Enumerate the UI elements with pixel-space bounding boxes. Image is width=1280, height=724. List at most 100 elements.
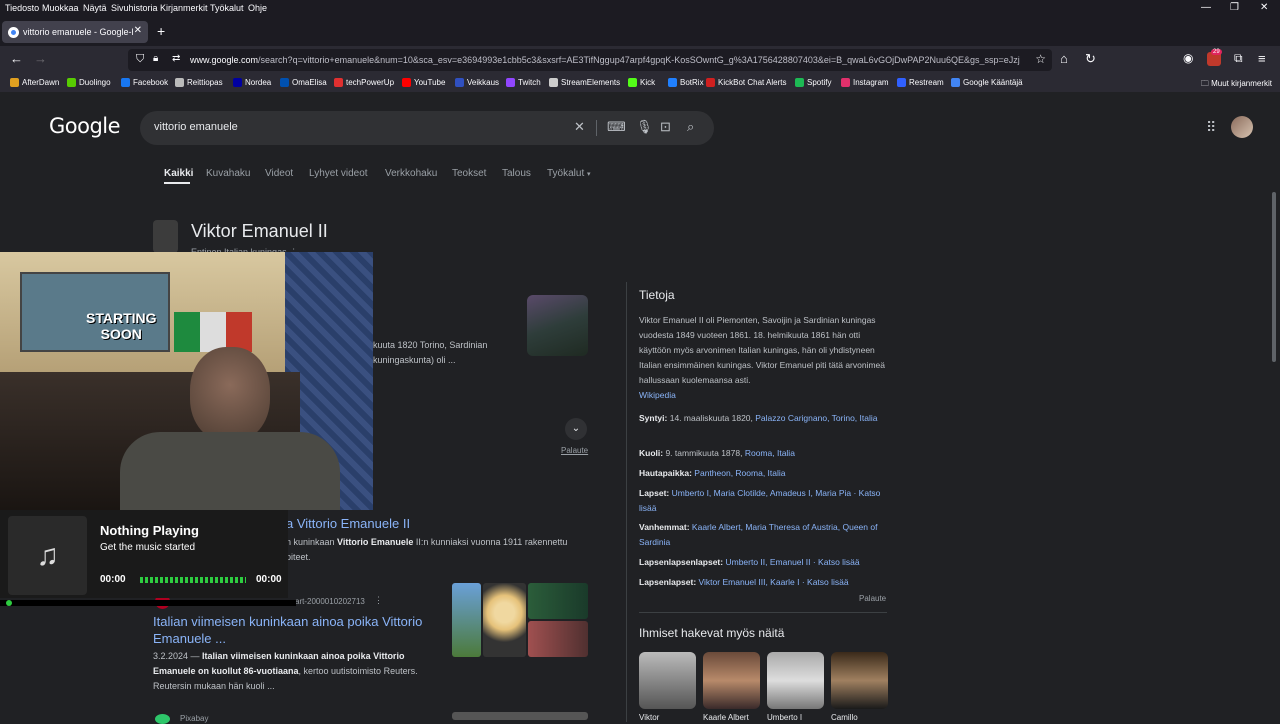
bookmark-item[interactable]: Google Kääntäjä bbox=[951, 78, 1023, 87]
feedback-link[interactable]: Palaute bbox=[859, 594, 886, 603]
fact-link[interactable]: Umberto I, Maria Clotilde, Amadeus I, Ma… bbox=[639, 488, 880, 513]
scrollbar[interactable] bbox=[1272, 192, 1276, 362]
other-bookmarks-folder[interactable]: 🗀︎ Muut kirjanmerkit bbox=[1201, 78, 1272, 92]
menu-view[interactable]: Näytä bbox=[83, 3, 107, 13]
tab-all[interactable]: Kaikki bbox=[164, 168, 193, 179]
bookmark-item[interactable]: techPowerUp bbox=[334, 78, 394, 87]
thumbnail-image[interactable] bbox=[452, 583, 481, 657]
menu-tools[interactable]: Työkalut bbox=[210, 3, 244, 13]
restore-icon[interactable]: ❐ bbox=[1230, 2, 1239, 13]
shield-icon[interactable]: ⛉ bbox=[136, 53, 144, 66]
bookmark-item[interactable]: BotRix bbox=[668, 78, 704, 87]
bookmark-item[interactable]: Nordea bbox=[233, 78, 271, 87]
fact-link[interactable]: Pantheon, Rooma, Italia bbox=[694, 468, 785, 478]
clear-icon[interactable]: ✕ bbox=[574, 119, 585, 135]
related-person[interactable]: Viktor bbox=[639, 652, 696, 722]
tab-books[interactable]: Teokset bbox=[452, 168, 486, 179]
reload-icon[interactable]: ↻ bbox=[1085, 51, 1096, 67]
new-tab-icon[interactable]: + bbox=[157, 23, 165, 39]
bookmark-item[interactable]: Kick bbox=[628, 78, 655, 87]
browser-tab[interactable]: vittorio emanuele - Google-haku ✕ bbox=[2, 21, 148, 43]
menu-help[interactable]: Ohje bbox=[248, 3, 267, 13]
bookmark-item[interactable]: StreamElements bbox=[549, 78, 620, 87]
close-window-icon[interactable]: ✕ bbox=[1260, 2, 1268, 13]
address-bar[interactable]: ⛉ 🔒︎ ⇄ www.google.com/search?q=vittorio+… bbox=[128, 49, 1052, 71]
person-name[interactable]: Kaarle Albert bbox=[703, 713, 760, 722]
bookmark-item[interactable]: AfterDawn bbox=[10, 78, 59, 87]
permissions-icon[interactable]: ⇄ bbox=[172, 53, 180, 64]
fact-link[interactable]: Rooma, Italia bbox=[745, 448, 795, 458]
search-icon[interactable]: ⌕ bbox=[687, 119, 694, 135]
tab-close-icon[interactable]: ✕ bbox=[134, 25, 142, 36]
feedback-link[interactable]: Palaute bbox=[561, 446, 588, 455]
avatar[interactable] bbox=[1231, 116, 1253, 138]
person-name[interactable]: Viktor bbox=[639, 713, 696, 722]
lens-icon[interactable]: ⊡ bbox=[660, 119, 671, 135]
tab-images[interactable]: Kuvahaku bbox=[206, 168, 250, 179]
tab-videos[interactable]: Videot bbox=[265, 168, 293, 179]
menu-bookmarks[interactable]: Kirjanmerkit bbox=[160, 3, 208, 13]
bookmark-item[interactable]: Instagram bbox=[841, 78, 889, 87]
search-input[interactable]: vittorio emanuele bbox=[154, 121, 238, 133]
fact-link[interactable]: Palazzo Carignano, Torino, Italia bbox=[755, 413, 877, 423]
bookmark-item[interactable]: Reittiopas bbox=[175, 78, 223, 87]
extensions-puzzle-icon[interactable]: ⧉ bbox=[1234, 51, 1243, 66]
person-photo[interactable] bbox=[767, 652, 824, 709]
result-site-name[interactable]: Pixabay bbox=[180, 714, 208, 723]
result-cite[interactable]: art-2000010202713 bbox=[295, 597, 365, 606]
result-thumbnails[interactable] bbox=[452, 583, 588, 657]
fact-key: Vanhemmat: bbox=[639, 522, 690, 532]
thumbnail-image[interactable] bbox=[528, 621, 588, 657]
person-photo[interactable] bbox=[639, 652, 696, 709]
result-title-link[interactable]: Italian viimeisen kuninkaan ainoa poika … bbox=[153, 613, 443, 647]
bookmark-item[interactable]: KickBot Chat Alerts bbox=[706, 78, 786, 87]
tab-short-videos[interactable]: Lyhyet videot bbox=[309, 168, 368, 179]
home-icon[interactable]: ⌂ bbox=[1060, 51, 1068, 66]
bookmark-item[interactable]: Twitch bbox=[506, 78, 541, 87]
chevron-down-icon[interactable]: ▾ bbox=[587, 170, 591, 178]
person-photo[interactable] bbox=[703, 652, 760, 709]
entity-thumbnail[interactable] bbox=[153, 220, 178, 253]
menu-history[interactable]: Sivuhistoria bbox=[111, 3, 158, 13]
tab-web[interactable]: Verkkohaku bbox=[385, 168, 437, 179]
related-person[interactable]: Kaarle Albert bbox=[703, 652, 760, 722]
bookmark-item[interactable]: OmaElisa bbox=[280, 78, 327, 87]
bookmark-item[interactable]: Facebook bbox=[121, 78, 168, 87]
bookmark-item[interactable]: Restream bbox=[897, 78, 944, 87]
tab-finance[interactable]: Talous bbox=[502, 168, 531, 179]
tab-tools[interactable]: Työkalut bbox=[547, 168, 584, 179]
search-box[interactable]: vittorio emanuele ✕ ⌨ 🎙︎ ⊡ ⌕ bbox=[140, 111, 714, 145]
hamburger-menu-icon[interactable]: ≡ bbox=[1258, 51, 1266, 66]
bookmark-item[interactable]: Spotify bbox=[795, 78, 831, 87]
google-logo[interactable]: Google bbox=[49, 114, 121, 138]
keyboard-icon[interactable]: ⌨ bbox=[607, 119, 626, 135]
forward-icon[interactable]: → bbox=[34, 51, 47, 66]
microphone-icon[interactable]: 🎙︎ bbox=[636, 119, 653, 135]
fact-link[interactable]: Umberto II, Emanuel II · Katso lisää bbox=[725, 557, 859, 567]
wikipedia-link[interactable]: Wikipedia bbox=[639, 390, 676, 400]
fact-link[interactable]: Viktor Emanuel III, Kaarle I · Katso lis… bbox=[699, 577, 849, 587]
bookmark-item[interactable]: Duolingo bbox=[67, 78, 111, 87]
entity-portrait-image[interactable] bbox=[527, 295, 588, 356]
person-name[interactable]: Umberto I bbox=[767, 713, 824, 722]
person-name[interactable]: Camillo bbox=[831, 713, 888, 722]
minimize-icon[interactable]: — bbox=[1201, 2, 1211, 13]
bookmark-item[interactable]: Veikkaus bbox=[455, 78, 499, 87]
apps-grid-icon[interactable]: ⠿ bbox=[1206, 119, 1216, 136]
extension-icon[interactable]: ◉ bbox=[1183, 51, 1193, 65]
person-photo[interactable] bbox=[831, 652, 888, 709]
back-icon[interactable]: ← bbox=[10, 51, 23, 66]
lock-icon[interactable]: 🔒︎ bbox=[153, 53, 158, 64]
result-menu-icon[interactable]: ⋮ bbox=[374, 595, 383, 606]
related-person[interactable]: Umberto I bbox=[767, 652, 824, 722]
result-title-link[interactable]: a Vittorio Emanuele II bbox=[286, 516, 410, 531]
thumbnail-image[interactable] bbox=[528, 583, 588, 619]
bookmark-star-icon[interactable]: ☆ bbox=[1035, 52, 1046, 66]
expand-chevron-icon[interactable]: ⌄ bbox=[565, 418, 587, 440]
thumbnail-image[interactable] bbox=[452, 712, 588, 720]
thumbnail-image[interactable] bbox=[483, 583, 526, 657]
related-person[interactable]: Camillo bbox=[831, 652, 888, 722]
menu-edit[interactable]: Muokkaa bbox=[42, 3, 79, 13]
menu-file[interactable]: Tiedosto bbox=[5, 3, 39, 13]
bookmark-item[interactable]: YouTube bbox=[402, 78, 445, 87]
